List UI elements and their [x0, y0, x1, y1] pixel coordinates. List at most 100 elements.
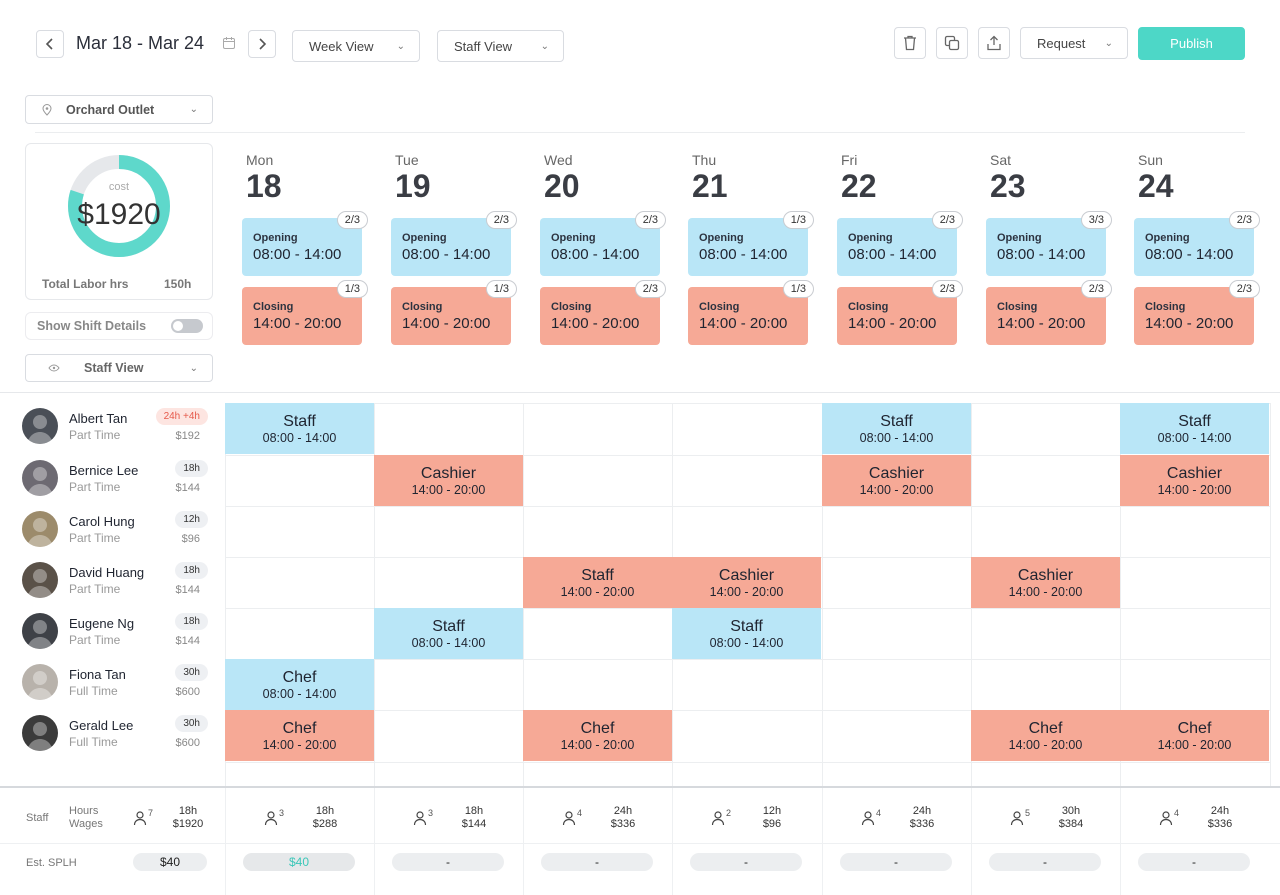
shift-time: 08:00 - 14:00 [402, 246, 491, 263]
shift-cell[interactable]: Cashier 14:00 - 20:00 [374, 455, 523, 506]
employee-name[interactable]: Albert Tan [69, 411, 127, 426]
shift-label: Opening [402, 232, 447, 244]
employee-name[interactable]: Eugene Ng [69, 616, 134, 631]
shift-cell[interactable]: Staff 08:00 - 14:00 [822, 403, 971, 454]
staff-count-icon: 2 [710, 808, 731, 828]
employee-row[interactable]: Bernice Lee Part Time 18h $144 [22, 453, 222, 503]
date-range-label[interactable]: Mar 18 - Mar 24 [76, 33, 204, 54]
shift-cell[interactable]: Chef 14:00 - 20:00 [1120, 710, 1269, 761]
footer-day-wages: $336 [610, 818, 636, 830]
show-shift-details-toggle[interactable]: Show Shift Details [25, 312, 213, 340]
employee-row[interactable]: Albert Tan Part Time 24h +4h $192 [22, 401, 222, 451]
shift-label: Closing [997, 301, 1038, 313]
shift-cell[interactable]: Cashier 14:00 - 20:00 [971, 557, 1120, 608]
splh-day-pill[interactable]: - [690, 853, 802, 871]
shift-cell[interactable]: Staff 08:00 - 14:00 [374, 608, 523, 659]
closing-shift-slot[interactable]: Closing 14:00 - 20:00 2/3 [1134, 280, 1260, 345]
shift-cell[interactable]: Staff 14:00 - 20:00 [523, 557, 672, 608]
employee-row[interactable]: Gerald Lee Full Time 30h $600 [22, 708, 222, 758]
employee-hours-badge: 24h +4h [155, 408, 208, 425]
employee-name[interactable]: Gerald Lee [69, 718, 133, 733]
splh-label: Est. SPLH [26, 857, 77, 869]
fill-badge: 1/3 [336, 280, 368, 298]
chevron-down-icon: ⌄ [396, 40, 405, 52]
opening-shift-slot[interactable]: Opening 08:00 - 14:00 2/3 [837, 211, 963, 276]
closing-shift-slot[interactable]: Closing 14:00 - 20:00 2/3 [986, 280, 1112, 345]
mode-select-value: Staff View [454, 38, 513, 54]
employee-name[interactable]: Fiona Tan [69, 667, 126, 682]
avatar [22, 664, 58, 700]
shift-time: 08:00 - 14:00 [262, 431, 337, 445]
shift-cell[interactable]: Chef 14:00 - 20:00 [225, 710, 374, 761]
delete-button[interactable] [894, 27, 926, 59]
toggle-switch[interactable] [171, 319, 203, 333]
next-week-button[interactable] [248, 30, 276, 58]
employee-name[interactable]: David Huang [69, 565, 144, 580]
footer-day-totals: 24h $336 [603, 805, 643, 831]
shift-cell[interactable]: Chef 14:00 - 20:00 [523, 710, 672, 761]
splh-day-pill[interactable]: - [989, 853, 1101, 871]
employee-row[interactable]: Fiona Tan Full Time 30h $600 [22, 657, 222, 707]
chevron-left-icon [45, 38, 53, 50]
footer-day-wages: $336 [1207, 818, 1233, 830]
shift-time: 14:00 - 20:00 [848, 315, 937, 332]
opening-shift-slot[interactable]: Opening 08:00 - 14:00 2/3 [540, 211, 666, 276]
avatar [22, 460, 58, 496]
splh-day-pill[interactable]: $40 [243, 853, 355, 871]
opening-shift-slot[interactable]: Opening 08:00 - 14:00 2/3 [1134, 211, 1260, 276]
share-button[interactable] [978, 27, 1010, 59]
employee-row[interactable]: Carol Hung Part Time 12h $96 [22, 504, 222, 554]
employee-hours-badge: 18h [175, 562, 208, 579]
splh-day-pill[interactable]: - [541, 853, 653, 871]
splh-day-pill[interactable]: - [1138, 853, 1250, 871]
opening-shift-slot[interactable]: Opening 08:00 - 14:00 2/3 [391, 211, 517, 276]
closing-shift-slot[interactable]: Closing 14:00 - 20:00 2/3 [540, 280, 666, 345]
employee-name[interactable]: Carol Hung [69, 514, 135, 529]
shift-cell[interactable]: Chef 14:00 - 20:00 [971, 710, 1120, 761]
opening-shift-slot[interactable]: Opening 08:00 - 14:00 1/3 [688, 211, 814, 276]
chevron-down-icon: ⌄ [189, 104, 198, 115]
day-name: Sat [990, 152, 1012, 168]
location-select[interactable]: Orchard Outlet ⌄ [25, 95, 213, 124]
shift-cell[interactable]: Staff 08:00 - 14:00 [672, 608, 821, 659]
opening-shift-slot[interactable]: Opening 08:00 - 14:00 2/3 [242, 211, 368, 276]
mode-select[interactable]: Staff View ⌄ [437, 30, 564, 62]
view-select[interactable]: Week View ⌄ [292, 30, 420, 62]
employee-hours-badge: 18h [175, 460, 208, 477]
shift-label: Opening [253, 232, 298, 244]
publish-button[interactable]: Publish [1138, 27, 1245, 60]
closing-shift-slot[interactable]: Closing 14:00 - 20:00 1/3 [688, 280, 814, 345]
copy-button[interactable] [936, 27, 968, 59]
opening-shift-slot[interactable]: Opening 08:00 - 14:00 3/3 [986, 211, 1112, 276]
splh-day-pill[interactable]: - [840, 853, 952, 871]
closing-shift-slot[interactable]: Closing 14:00 - 20:00 2/3 [837, 280, 963, 345]
shift-cell[interactable]: Staff 08:00 - 14:00 [1120, 403, 1269, 454]
shift-label: Opening [699, 232, 744, 244]
shift-time: 08:00 - 14:00 [262, 687, 337, 701]
staff-view-select[interactable]: Staff View ⌄ [25, 354, 213, 382]
shift-cell[interactable]: Cashier 14:00 - 20:00 [822, 455, 971, 506]
employee-row[interactable]: Eugene Ng Part Time 18h $144 [22, 606, 222, 656]
employee-name[interactable]: Bernice Lee [69, 463, 138, 478]
day-header-sat: Sat 23 [990, 152, 1110, 204]
employee-wage: $192 [175, 430, 200, 442]
shift-cell[interactable]: Cashier 14:00 - 20:00 [672, 557, 821, 608]
shift-cell[interactable]: Chef 08:00 - 14:00 [225, 659, 374, 710]
prev-week-button[interactable] [36, 30, 64, 58]
day-name: Tue [395, 152, 419, 168]
employee-type: Part Time [69, 428, 121, 442]
total-labor-label: Total Labor hrs [42, 277, 129, 291]
cost-summary-card: cost $1920 Total Labor hrs 150h [25, 143, 213, 300]
shift-role: Staff [1178, 413, 1211, 430]
calendar-icon[interactable] [222, 36, 236, 55]
footer-column-line [225, 788, 226, 895]
closing-shift-slot[interactable]: Closing 14:00 - 20:00 1/3 [242, 280, 368, 345]
request-select[interactable]: Request ⌄ [1020, 27, 1128, 59]
splh-day-pill[interactable]: - [392, 853, 504, 871]
closing-shift-slot[interactable]: Closing 14:00 - 20:00 1/3 [391, 280, 517, 345]
shift-cell[interactable]: Cashier 14:00 - 20:00 [1120, 455, 1269, 506]
shift-role: Chef [282, 720, 317, 737]
shift-cell[interactable]: Staff 08:00 - 14:00 [225, 403, 374, 454]
day-header-sun: Sun 24 [1138, 152, 1258, 204]
employee-row[interactable]: David Huang Part Time 18h $144 [22, 555, 222, 605]
